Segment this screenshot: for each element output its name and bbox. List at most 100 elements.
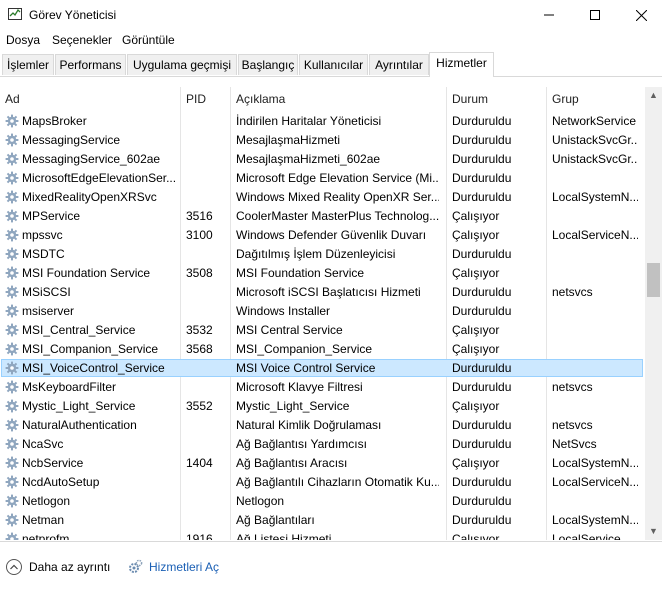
table-row[interactable]: NaturalAuthentication Natural Kimlik Doğr… — [0, 416, 645, 435]
service-status: Durduruldu — [452, 133, 512, 147]
open-services-label: Hizmetleri Aç — [149, 559, 220, 574]
service-status: Durduruldu — [452, 285, 512, 299]
table-row[interactable]: MSI Foundation Service 3508 MSI Foundation… — [0, 264, 645, 283]
menu-options[interactable]: Seçenekler — [52, 33, 112, 47]
gear-icon — [5, 380, 19, 394]
table-row[interactable]: MicrosoftEdgeElevationSer... Microsoft Ed… — [0, 169, 645, 188]
service-description: Dağıtılmış İşlem Düzenleyicisi — [236, 247, 396, 261]
maximize-button[interactable] — [572, 0, 618, 30]
service-description: Ağ Listesi Hizmeti — [236, 532, 332, 540]
task-manager-icon — [8, 8, 22, 20]
service-status: Durduruldu — [452, 475, 512, 489]
column-status[interactable]: Durum — [447, 87, 547, 112]
table-row[interactable]: netprofm 1916 Ağ Listesi Hizmeti Çalışıyor L… — [0, 530, 645, 540]
table-row-selected[interactable]: MSI_VoiceControl_Service MSI Voice Contro… — [0, 359, 645, 378]
service-description: Netlogon — [236, 494, 285, 508]
close-button[interactable] — [618, 0, 662, 30]
tab-users[interactable]: Kullanıcılar — [299, 54, 368, 75]
minimize-button[interactable] — [526, 0, 572, 30]
open-services-link[interactable]: Hizmetleri Aç — [128, 559, 219, 574]
service-status: Durduruldu — [452, 513, 512, 527]
service-pid: 3568 — [186, 342, 213, 356]
table-row[interactable]: MixedRealityOpenXRSvc Windows Mixed Reali… — [0, 188, 645, 207]
service-pid: 3100 — [186, 228, 213, 242]
service-description: MesajlaşmaHizmeti — [236, 133, 341, 147]
scroll-up-arrow-icon[interactable]: ▲ — [645, 87, 662, 104]
tab-processes[interactable]: İşlemler — [2, 54, 54, 75]
table-row[interactable]: NcbService 1404 Ağ Bağlantısı Aracısı Çalış… — [0, 454, 645, 473]
service-group: netsvcs — [552, 380, 593, 394]
service-group: LocalServiceN... — [552, 228, 638, 242]
column-pid[interactable]: PID — [181, 87, 231, 112]
service-status: Çalışıyor — [452, 228, 500, 242]
service-status: Çalışıyor — [452, 456, 500, 470]
table-row[interactable]: msiserver Windows Installer Durduruldu — [0, 302, 645, 321]
table-row[interactable]: MsKeyboardFilter Microsoft Klavye Filtres… — [0, 378, 645, 397]
gear-icon — [5, 532, 19, 540]
gear-icon — [5, 494, 19, 508]
service-description: Ağ Bağlantıları — [236, 513, 315, 527]
gear-icon — [5, 228, 19, 242]
vertical-scrollbar[interactable]: ▲ ▼ — [645, 87, 662, 540]
column-description[interactable]: Açıklama — [231, 87, 447, 112]
gear-icon — [5, 114, 19, 128]
column-header: Ad PID Açıklama Durum Grup — [0, 87, 645, 112]
service-pid: 1404 — [186, 456, 213, 470]
tab-performance[interactable]: Performans — [55, 54, 126, 75]
service-group: LocalSystemN... — [552, 513, 638, 527]
table-row[interactable]: NcdAutoSetup Ağ Bağlantılı Cihazların Oto… — [0, 473, 645, 492]
service-description: Windows Installer — [236, 304, 331, 318]
window-title: Görev Yöneticisi — [29, 8, 117, 22]
table-row[interactable]: Mystic_Light_Service 3552 Mystic_Light_Ser… — [0, 397, 645, 416]
less-details-button[interactable]: Daha az ayrıntı — [6, 559, 110, 575]
gear-icon — [5, 513, 19, 527]
table-row[interactable]: MSDTC Dağıtılmış İşlem Düzenleyicisi Durdu… — [0, 245, 645, 264]
service-status: Durduruldu — [452, 114, 512, 128]
service-description: Ağ Bağlantılı Cihazların Otomatik Ku... — [236, 475, 439, 489]
gear-icon — [5, 285, 19, 299]
service-status: Durduruldu — [452, 380, 512, 394]
gear-icon — [5, 247, 19, 261]
tab-app-history[interactable]: Uygulama geçmişi — [127, 54, 237, 75]
table-row[interactable]: MessagingService MesajlaşmaHizmeti Durduru… — [0, 131, 645, 150]
table-row[interactable]: NcaSvc Ağ Bağlantısı Yardımcısı Durduruldu… — [0, 435, 645, 454]
table-row[interactable]: Netman Ağ Bağlantıları Durduruldu LocalSyst… — [0, 511, 645, 530]
table-row[interactable]: Netlogon Netlogon Durduruldu — [0, 492, 645, 511]
menu-file[interactable]: Dosya — [6, 33, 40, 47]
tab-startup[interactable]: Başlangıç — [238, 54, 298, 75]
service-description: MSI_Companion_Service — [236, 342, 373, 356]
menu-view[interactable]: Görüntüle — [122, 33, 175, 47]
service-description: Ağ Bağlantısı Aracısı — [236, 456, 348, 470]
service-name: netprofm — [22, 532, 70, 540]
service-name: Mystic_Light_Service — [22, 399, 136, 413]
table-row[interactable]: mpssvc 3100 Windows Defender Güvenlik Duva… — [0, 226, 645, 245]
maximize-icon — [590, 10, 600, 20]
table-row[interactable]: MessagingService_602ae MesajlaşmaHizmeti_… — [0, 150, 645, 169]
service-group: UnistackSvcGr... — [552, 133, 638, 147]
service-status: Çalışıyor — [452, 209, 500, 223]
table-row[interactable]: MPService 3516 CoolerMaster MasterPlus Tec… — [0, 207, 645, 226]
service-name: MPService — [22, 209, 81, 223]
scroll-thumb[interactable] — [647, 263, 660, 297]
table-row[interactable]: MSI_Companion_Service 3568 MSI_Companion_S… — [0, 340, 645, 359]
service-description: MSI Foundation Service — [236, 266, 365, 280]
service-group: LocalSystemN... — [552, 456, 638, 470]
service-pid: 3508 — [186, 266, 213, 280]
tab-details[interactable]: Ayrıntılar — [369, 54, 429, 75]
table-row[interactable]: MSI_Central_Service 3532 MSI Central Servi… — [0, 321, 645, 340]
column-group[interactable]: Grup — [547, 87, 645, 112]
tab-services[interactable]: Hizmetler — [429, 52, 494, 77]
service-status: Durduruldu — [452, 152, 512, 166]
service-status: Çalışıyor — [452, 399, 500, 413]
gear-icon — [5, 361, 19, 375]
minimize-icon — [544, 14, 554, 16]
service-name: MsKeyboardFilter — [22, 380, 117, 394]
service-name: MessagingService_602ae — [22, 152, 161, 166]
table-row[interactable]: MSiSCSI Microsoft iSCSI Başlatıcısı Hizme… — [0, 283, 645, 302]
close-icon — [635, 9, 647, 21]
table-row[interactable]: MapsBroker İndirilen Haritalar Yöneticisi… — [0, 112, 645, 131]
service-description: MSI Central Service — [236, 323, 343, 337]
scroll-down-arrow-icon[interactable]: ▼ — [645, 523, 662, 540]
column-name[interactable]: Ad — [0, 87, 181, 112]
service-name: MSI_Companion_Service — [22, 342, 159, 356]
